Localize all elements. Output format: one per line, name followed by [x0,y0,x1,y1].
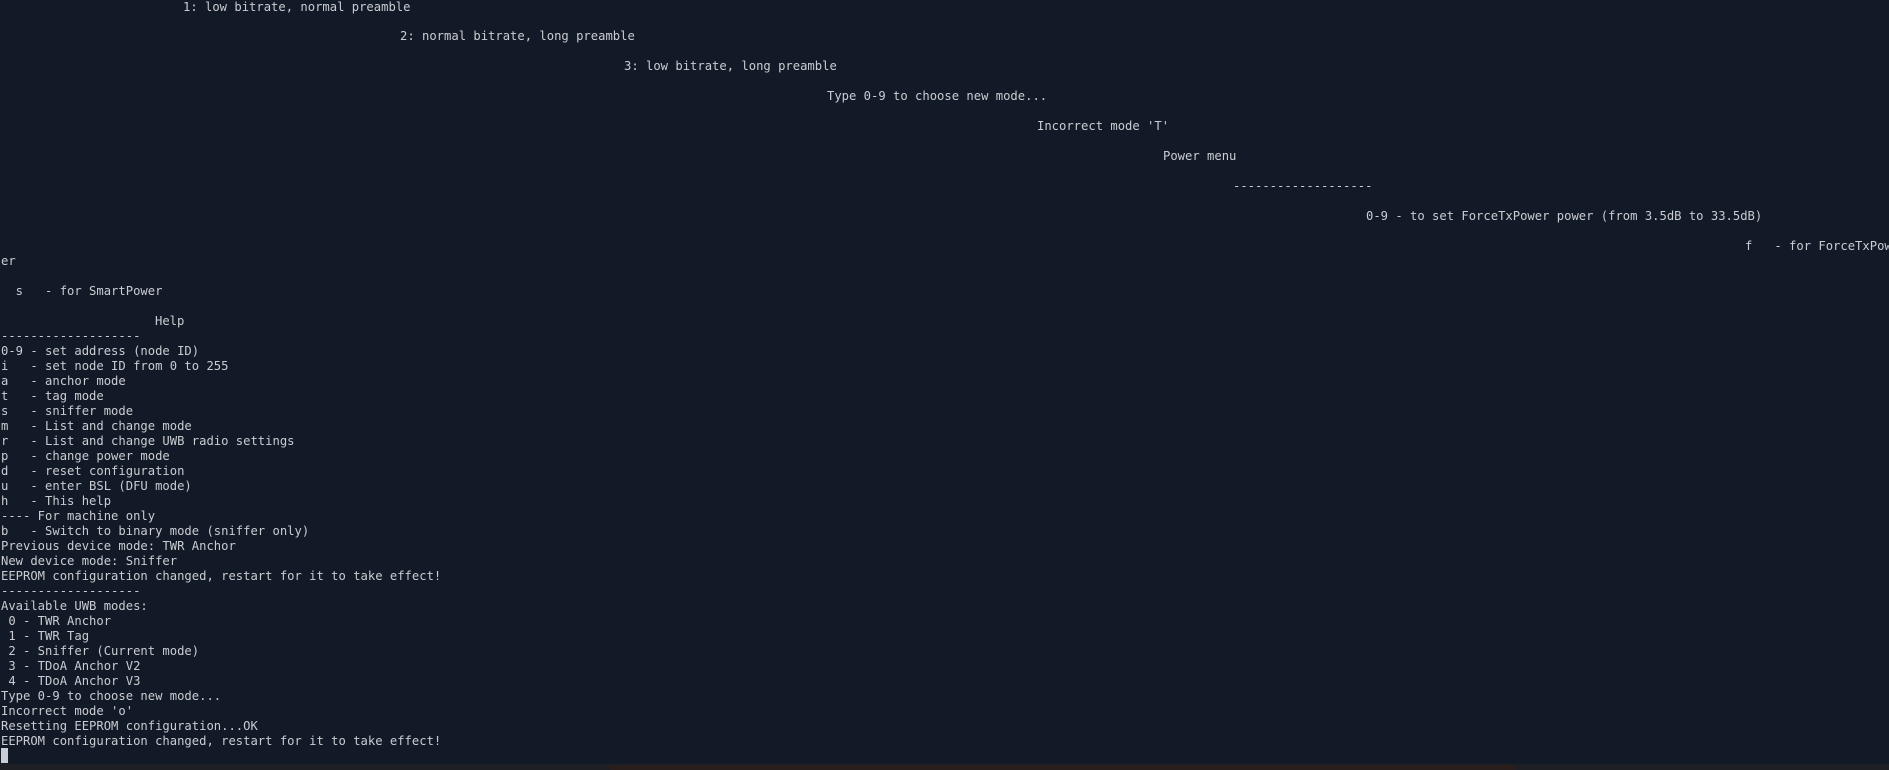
terminal-line: EEPROM configuration changed, restart fo… [1,569,442,583]
terminal-line: a - anchor mode [1,374,126,388]
terminal-line: 0-9 - set address (node ID) [1,344,200,358]
terminal-line: 1 - TWR Tag [1,629,90,643]
terminal-line: h - This help [1,494,112,508]
terminal-line: Resetting EEPROM configuration...OK [1,719,258,733]
terminal-line: 0 - TWR Anchor [1,614,112,628]
terminal-line: 0-9 - to set ForceTxPower power (from 3.… [1366,209,1763,223]
terminal-line: Power menu [1163,149,1237,163]
terminal-line: ------------------- [1,329,141,343]
terminal-line: 2: normal bitrate, long preamble [400,29,635,43]
terminal-line: f - for ForceTxPow [1745,239,1889,253]
terminal-line: i - set node ID from 0 to 255 [1,359,229,373]
terminal-line: er [1,254,16,268]
terminal-line: Type 0-9 to choose new mode... [827,89,1048,103]
terminal-line: New device mode: Sniffer [1,554,178,568]
terminal-line: Available UWB modes: [1,599,148,613]
terminal-line: m - List and change mode [1,419,192,433]
terminal-line: u - enter BSL (DFU mode) [1,479,192,493]
terminal-line: Previous device mode: TWR Anchor [1,539,236,553]
terminal-line: Incorrect mode 'T' [1037,119,1170,133]
terminal-line: Help [155,314,185,328]
terminal-line: 4 - TDoA Anchor V3 [1,674,141,688]
terminal-line: d - reset configuration [1,464,185,478]
terminal-line: Incorrect mode 'o' [1,704,134,718]
terminal-line: b - Switch to binary mode (sniffer only) [1,524,310,538]
terminal-line: ------------------- [1,584,141,598]
terminal-line: p - change power mode [1,449,170,463]
terminal-cursor[interactable] [1,748,8,763]
terminal-window[interactable]: 1: low bitrate, normal preamble 2: norma… [0,0,1889,766]
terminal-line: r - List and change UWB radio settings [1,434,295,448]
terminal-line: s - for SmartPower [1,284,163,298]
taskbar-edge [610,765,1516,770]
terminal-line: s - sniffer mode [1,404,134,418]
terminal-line: 1: low bitrate, normal preamble [183,0,411,14]
terminal-line: ------------------- [1233,179,1373,193]
terminal-line: EEPROM configuration changed, restart fo… [1,734,442,748]
desktop-strip [0,764,1889,770]
terminal-line: 3 - TDoA Anchor V2 [1,659,141,673]
terminal-line: 3: low bitrate, long preamble [624,59,837,73]
terminal-line: Type 0-9 to choose new mode... [1,689,222,703]
terminal-line: 2 - Sniffer (Current mode) [1,644,200,658]
terminal-line: t - tag mode [1,389,104,403]
terminal-line: ---- For machine only [1,509,156,523]
